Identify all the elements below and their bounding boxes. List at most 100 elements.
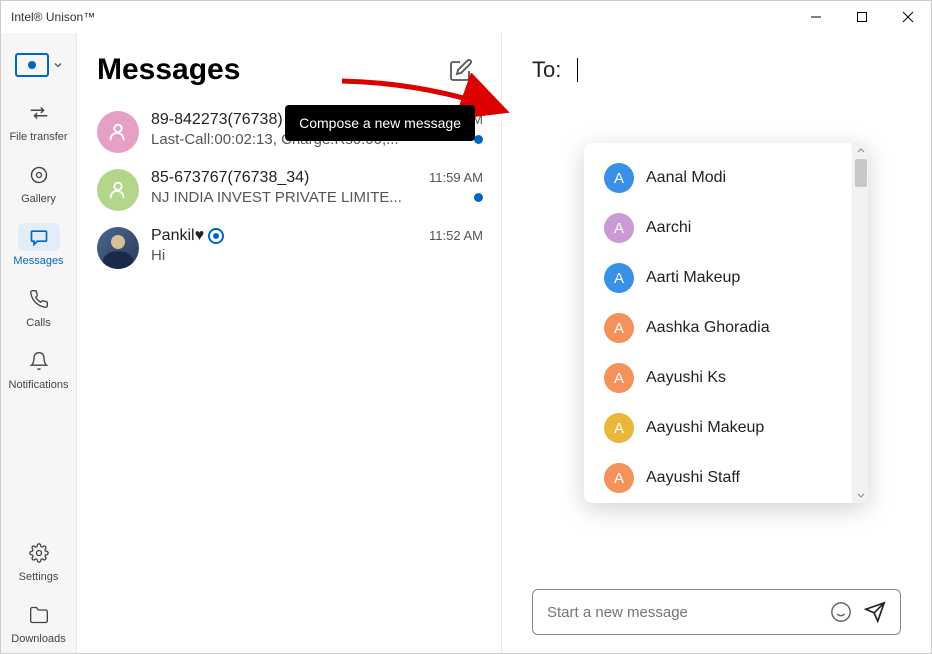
scrollbar[interactable]: [852, 143, 868, 503]
person-icon: [107, 121, 129, 143]
maximize-icon: [856, 11, 868, 23]
app-window: Intel® Unison™ File transfer: [0, 0, 932, 654]
file-transfer-icon: [28, 102, 50, 124]
device-selector[interactable]: [1, 41, 76, 89]
close-icon: [902, 11, 914, 23]
message-input[interactable]: [547, 604, 818, 621]
window-controls: [793, 1, 931, 33]
conversation-name: 85-673767(76738_34): [151, 169, 309, 187]
sidebar-item-notifications[interactable]: Notifications: [1, 337, 76, 399]
avatar: [97, 169, 139, 211]
compose-icon: [449, 58, 473, 82]
emoji-icon: [830, 601, 852, 623]
sidebar-label: Settings: [19, 571, 59, 583]
device-icon: [15, 53, 49, 77]
sidebar-label: Messages: [13, 255, 63, 267]
conversation-time: 11:52 AM: [429, 228, 483, 243]
sidebar-label: Gallery: [21, 193, 56, 205]
compose-panel: To: A Aanal Modi A Aarchi A Aarti Makeup A Aash…: [501, 33, 931, 653]
unread-indicator: [474, 193, 483, 202]
sidebar-item-gallery[interactable]: Gallery: [1, 151, 76, 213]
unread-indicator: [474, 135, 483, 144]
contact-item[interactable]: A Aayushi Staff: [584, 453, 852, 503]
contact-name: Aayushi Ks: [646, 369, 726, 387]
messages-header: Messages Compose a new message: [97, 53, 493, 87]
gear-icon: [29, 543, 49, 563]
contact-avatar: A: [604, 263, 634, 293]
avatar-photo: [97, 227, 139, 269]
contact-avatar: A: [604, 213, 634, 243]
contact-avatar: A: [604, 463, 634, 493]
emoji-button[interactable]: [830, 601, 852, 623]
contact-avatar: A: [604, 413, 634, 443]
gallery-icon: [29, 165, 49, 185]
text-cursor: [577, 58, 578, 82]
contact-name: Aarti Makeup: [646, 269, 740, 287]
content: File transfer Gallery Messages Calls Not…: [1, 33, 931, 653]
conversation-body: Pankil♥ 11:52 AM Hi: [151, 227, 483, 269]
window-title: Intel® Unison™: [11, 10, 95, 24]
sidebar-label: Calls: [26, 317, 50, 329]
to-field[interactable]: To:: [502, 33, 931, 107]
chevron-up-icon: [857, 147, 865, 155]
contact-name: Aanal Modi: [646, 169, 726, 187]
chevron-down-icon: [53, 60, 63, 70]
scrollbar-down[interactable]: [853, 487, 868, 503]
sidebar-label: Notifications: [9, 379, 69, 391]
to-label: To:: [532, 57, 561, 83]
contact-avatar: A: [604, 163, 634, 193]
messages-panel: Messages Compose a new message 89-842273…: [77, 33, 501, 653]
messages-icon: [29, 227, 49, 247]
person-icon: [107, 179, 129, 201]
message-input-bar: [532, 589, 901, 635]
compose-button[interactable]: [447, 56, 475, 84]
sidebar-item-messages[interactable]: Messages: [1, 213, 76, 275]
titlebar: Intel® Unison™: [1, 1, 931, 33]
sidebar: File transfer Gallery Messages Calls Not…: [1, 33, 77, 653]
scrollbar-up[interactable]: [853, 143, 868, 159]
maximize-button[interactable]: [839, 1, 885, 33]
minimize-icon: [810, 11, 822, 23]
avatar: [97, 111, 139, 153]
contact-item[interactable]: A Aashka Ghoradia: [584, 303, 852, 353]
send-icon: [864, 601, 886, 623]
contact-item[interactable]: A Aayushi Makeup: [584, 403, 852, 453]
contact-name: Aarchi: [646, 219, 691, 237]
conversation-name: Pankil♥: [151, 227, 224, 245]
sidebar-item-calls[interactable]: Calls: [1, 275, 76, 337]
calls-icon: [29, 289, 49, 309]
conversation-time: 11:59 AM: [429, 170, 483, 185]
contacts-dropdown: A Aanal Modi A Aarchi A Aarti Makeup A Aashka G…: [584, 143, 868, 503]
sidebar-label: File transfer: [9, 131, 67, 143]
sidebar-label: Downloads: [11, 633, 65, 645]
scrollbar-thumb[interactable]: [855, 159, 867, 187]
bell-icon: [29, 351, 49, 371]
conversation-preview: NJ INDIA INVEST PRIVATE LIMITE...: [151, 189, 402, 206]
conversation-item[interactable]: 85-673767(76738_34) 11:59 AM NJ INDIA IN…: [97, 169, 493, 211]
sidebar-item-downloads[interactable]: Downloads: [1, 591, 76, 653]
folder-icon: [29, 605, 49, 625]
contact-item[interactable]: A Aarti Makeup: [584, 253, 852, 303]
conversation-name: 89-842273(76738): [151, 111, 283, 129]
contact-name: Aashka Ghoradia: [646, 319, 770, 337]
contact-item[interactable]: A Aanal Modi: [584, 153, 852, 203]
sidebar-item-file-transfer[interactable]: File transfer: [1, 89, 76, 151]
messages-title: Messages: [97, 53, 240, 87]
close-button[interactable]: [885, 1, 931, 33]
contact-item[interactable]: A Aayushi Ks: [584, 353, 852, 403]
to-input[interactable]: [577, 58, 901, 82]
compose-tooltip: Compose a new message: [285, 105, 475, 141]
conversation-preview: Hi: [151, 247, 165, 264]
chevron-down-icon: [857, 491, 865, 499]
contact-avatar: A: [604, 363, 634, 393]
sidebar-item-settings[interactable]: Settings: [1, 529, 76, 591]
contacts-list[interactable]: A Aanal Modi A Aarchi A Aarti Makeup A Aashka G…: [584, 143, 852, 503]
conversation-body: 85-673767(76738_34) 11:59 AM NJ INDIA IN…: [151, 169, 483, 211]
conversation-item[interactable]: Pankil♥ 11:52 AM Hi: [97, 227, 493, 269]
contact-avatar: A: [604, 313, 634, 343]
contact-name: Aayushi Makeup: [646, 419, 764, 437]
minimize-button[interactable]: [793, 1, 839, 33]
contact-item[interactable]: A Aarchi: [584, 203, 852, 253]
contact-name: Aayushi Staff: [646, 469, 740, 487]
send-button[interactable]: [864, 601, 886, 623]
